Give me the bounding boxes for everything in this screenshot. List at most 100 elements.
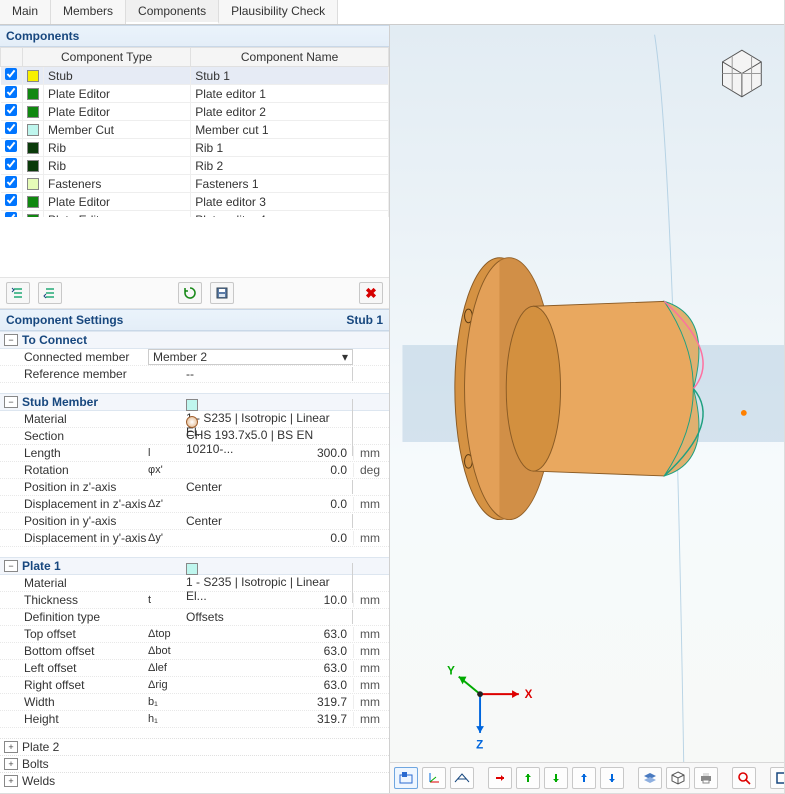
- color-swatch-icon: [27, 88, 39, 100]
- label-disp-z: Displacement in z'-axis: [18, 497, 148, 511]
- cell-type: Fasteners: [44, 175, 191, 193]
- table-row[interactable]: Member CutMember cut 1: [1, 121, 389, 139]
- view-y-button[interactable]: [544, 767, 568, 789]
- row-checkbox[interactable]: [5, 140, 17, 152]
- tab-plausibility[interactable]: Plausibility Check: [219, 0, 338, 24]
- print-button[interactable]: [694, 767, 718, 789]
- value-disp-z[interactable]: 0.0: [182, 497, 353, 511]
- value-deftype[interactable]: Offsets: [182, 610, 353, 624]
- cell-type: Plate Editor: [44, 85, 191, 103]
- table-row[interactable]: Plate EditorPlate editor 2: [1, 103, 389, 121]
- connected-member-select[interactable]: Member 2▾: [148, 349, 353, 365]
- maximize-button[interactable]: [770, 767, 784, 789]
- cell-type: Rib: [44, 157, 191, 175]
- color-swatch-icon: [27, 106, 39, 118]
- cell-type: Plate Editor: [44, 193, 191, 211]
- value-rotation[interactable]: 0.0: [182, 463, 353, 477]
- cell-type: Rib: [44, 139, 191, 157]
- zoom-button[interactable]: [732, 767, 756, 789]
- iso-view-button[interactable]: [666, 767, 690, 789]
- table-row[interactable]: RibRib 2: [1, 157, 389, 175]
- 3d-viewport[interactable]: X Y Z: [390, 25, 784, 762]
- collapse-icon[interactable]: −: [4, 560, 18, 572]
- collapse-icon[interactable]: −: [4, 396, 18, 408]
- view-neg-y-button[interactable]: [516, 767, 540, 789]
- col-name[interactable]: Component Name: [191, 48, 389, 67]
- table-row[interactable]: FastenersFasteners 1: [1, 175, 389, 193]
- label-length: Length: [18, 446, 148, 460]
- move-up-button[interactable]: [6, 282, 30, 304]
- work-plane-button[interactable]: [394, 767, 418, 789]
- label-p1-material: Material: [18, 576, 148, 590]
- view-x-button[interactable]: [488, 767, 512, 789]
- delete-button[interactable]: ✖: [359, 282, 383, 304]
- settings-subject: Stub 1: [346, 313, 383, 327]
- row-checkbox[interactable]: [5, 68, 17, 80]
- value-width[interactable]: 319.7: [182, 695, 353, 709]
- ucs-button[interactable]: [422, 767, 446, 789]
- svg-text:Y: Y: [447, 665, 455, 678]
- cell-name: Fasteners 1: [191, 175, 389, 193]
- refresh-button[interactable]: [178, 282, 202, 304]
- expand-icon[interactable]: +: [4, 758, 18, 770]
- tab-members[interactable]: Members: [51, 0, 126, 24]
- label-thickness: Thickness: [18, 593, 148, 607]
- value-bottom[interactable]: 63.0: [182, 644, 353, 658]
- value-top[interactable]: 63.0: [182, 627, 353, 641]
- table-row[interactable]: RibRib 1: [1, 139, 389, 157]
- label-connected-member: Connected member: [18, 350, 148, 364]
- collapse-icon[interactable]: −: [4, 334, 18, 346]
- cell-name: Plate editor 3: [191, 193, 389, 211]
- table-row[interactable]: Plate EditorPlate editor 1: [1, 85, 389, 103]
- col-type[interactable]: Component Type: [23, 48, 191, 67]
- cell-type: Stub: [44, 67, 191, 85]
- value-pos-y[interactable]: Center: [182, 514, 353, 528]
- value-length[interactable]: 300.0: [182, 446, 353, 460]
- label-pos-y: Position in y'-axis: [18, 514, 148, 528]
- row-checkbox[interactable]: [5, 86, 17, 98]
- tab-main[interactable]: Main: [0, 0, 51, 24]
- row-checkbox[interactable]: [5, 104, 17, 116]
- value-thickness[interactable]: 10.0: [182, 593, 353, 607]
- cell-type: Plate Editor: [44, 103, 191, 121]
- expand-icon[interactable]: +: [4, 741, 18, 753]
- save-button[interactable]: [210, 282, 234, 304]
- col-check: [1, 48, 23, 67]
- chevron-down-icon: ▾: [342, 350, 348, 364]
- value-height[interactable]: 319.7: [182, 712, 353, 726]
- label-width: Width: [18, 695, 148, 709]
- row-checkbox[interactable]: [5, 176, 17, 188]
- table-row[interactable]: StubStub 1: [1, 67, 389, 85]
- view-toolbar: [390, 762, 784, 793]
- label-deftype: Definition type: [18, 610, 148, 624]
- expand-icon[interactable]: +: [4, 775, 18, 787]
- group-plate-2[interactable]: +Plate 2: [0, 738, 389, 755]
- row-checkbox[interactable]: [5, 158, 17, 170]
- view-neg-z-button[interactable]: [572, 767, 596, 789]
- group-to-connect[interactable]: −To Connect: [0, 331, 389, 349]
- label-disp-y: Displacement in y'-axis: [18, 531, 148, 545]
- table-row[interactable]: Plate EditorPlate editor 3: [1, 193, 389, 211]
- view-z-button[interactable]: [600, 767, 624, 789]
- value-left[interactable]: 63.0: [182, 661, 353, 675]
- label-top: Top offset: [18, 627, 148, 641]
- row-checkbox[interactable]: [5, 122, 17, 134]
- label-pos-z: Position in z'-axis: [18, 480, 148, 494]
- cell-type: Member Cut: [44, 121, 191, 139]
- label-right: Right offset: [18, 678, 148, 692]
- row-checkbox[interactable]: [5, 194, 17, 206]
- group-welds[interactable]: +Welds: [0, 772, 389, 789]
- value-disp-y[interactable]: 0.0: [182, 531, 353, 545]
- perspective-button[interactable]: [450, 767, 474, 789]
- value-pos-z[interactable]: Center: [182, 480, 353, 494]
- move-down-button[interactable]: [38, 282, 62, 304]
- layers-button[interactable]: [638, 767, 662, 789]
- value-right[interactable]: 63.0: [182, 678, 353, 692]
- value-reference-member[interactable]: --: [182, 367, 353, 381]
- label-left: Left offset: [18, 661, 148, 675]
- tab-components[interactable]: Components: [126, 0, 219, 24]
- material-swatch-icon: [186, 399, 198, 411]
- cell-name: Plate editor 1: [191, 85, 389, 103]
- label-bottom: Bottom offset: [18, 644, 148, 658]
- group-bolts[interactable]: +Bolts: [0, 755, 389, 772]
